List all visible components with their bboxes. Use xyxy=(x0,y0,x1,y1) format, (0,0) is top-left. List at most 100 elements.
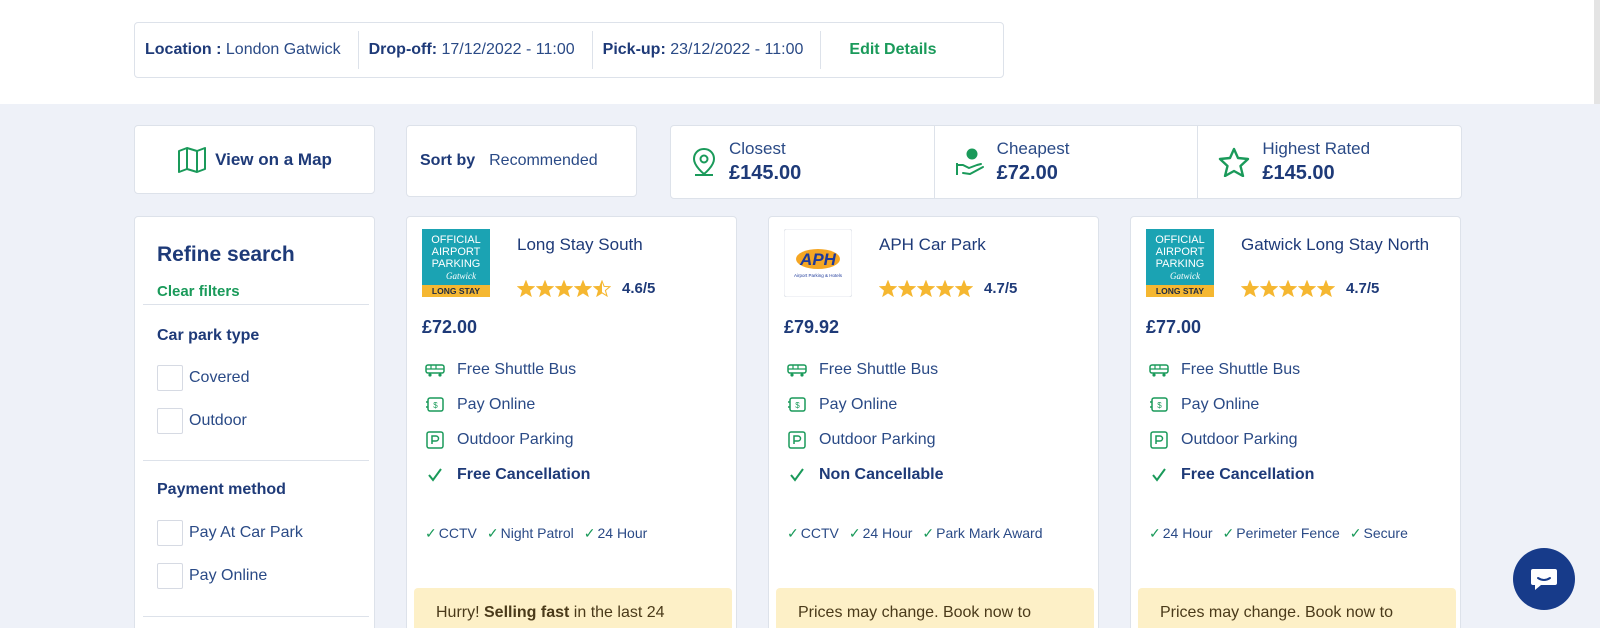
svg-text:$: $ xyxy=(1157,401,1162,410)
divider xyxy=(143,304,369,305)
feature-label: Pay Online xyxy=(1181,396,1260,413)
check-icon: ✓ xyxy=(787,525,799,541)
feature-label: Outdoor Parking xyxy=(457,431,574,448)
amenity-tag: ✓ CCTV xyxy=(787,525,839,542)
check-icon: ✓ xyxy=(1149,525,1161,541)
rating-stars: 4.7/5 xyxy=(1241,280,1379,297)
filter-covered[interactable]: Covered xyxy=(157,365,249,391)
summary-closest[interactable]: Closest £145.00 xyxy=(671,126,935,198)
stars xyxy=(1241,280,1335,297)
amenity-tag: ✓ 24 Hour xyxy=(849,525,913,542)
star-icon xyxy=(517,280,535,297)
star-icon xyxy=(1219,147,1250,177)
clear-filters-link[interactable]: Clear filters xyxy=(157,283,240,300)
car-park-name[interactable]: APH Car Park xyxy=(879,235,986,255)
covered-checkbox[interactable] xyxy=(157,365,183,391)
page-scrollbar[interactable] xyxy=(1594,0,1600,104)
pay-online-icon: $ xyxy=(426,397,444,412)
banner-text: Prices may change. Book now to xyxy=(1160,604,1394,621)
check-icon xyxy=(790,468,804,482)
car-park-card[interactable]: APH Airport Parking & Hotels APH Car Par… xyxy=(768,216,1099,628)
feature-shuttle: Free Shuttle Bus xyxy=(425,361,576,379)
rating-stars: 4.6/5 xyxy=(517,280,655,297)
parking-icon xyxy=(788,431,806,449)
amenity-label: Perimeter Fence xyxy=(1236,525,1340,541)
filter-label: Covered xyxy=(189,369,250,386)
pay-online-icon: $ xyxy=(788,397,806,412)
check-icon: ✓ xyxy=(486,525,499,541)
filter-outdoor[interactable]: Outdoor xyxy=(157,408,247,434)
check-icon xyxy=(1152,468,1166,482)
logo-text: PARKING xyxy=(432,258,481,270)
rating-value: 4.7/5 xyxy=(1346,280,1380,297)
star-icon xyxy=(1298,280,1316,297)
outdoor-checkbox[interactable] xyxy=(157,408,183,434)
star-icon xyxy=(898,280,916,297)
feature-cancellation: Free Cancellation xyxy=(425,466,590,484)
summary-title: Cheapest xyxy=(996,139,1070,158)
filter-pay-at-car-park[interactable]: Pay At Car Park xyxy=(157,520,303,546)
summary-cheapest[interactable]: Cheapest £72.00 xyxy=(935,126,1199,198)
star-icon xyxy=(1279,280,1297,297)
amenity-tag: ✓ Perimeter Fence xyxy=(1223,525,1340,542)
rating-value: 4.7/5 xyxy=(984,280,1018,297)
chat-button[interactable] xyxy=(1513,548,1575,610)
summary-highest-rated[interactable]: Highest Rated £145.00 xyxy=(1198,126,1461,198)
edit-details-button[interactable]: Edit Details xyxy=(821,41,936,59)
car-park-card[interactable]: OFFICIAL AIRPORT PARKING Gatwick LONG ST… xyxy=(1130,216,1461,628)
feature-label: Free Shuttle Bus xyxy=(819,361,939,378)
location-pin-icon xyxy=(692,147,716,176)
amenity-tag: ✓ Park Mark Award xyxy=(922,525,1042,542)
feature-shuttle: Free Shuttle Bus xyxy=(787,361,938,379)
check-icon: ✓ xyxy=(1349,525,1362,541)
logo-text: Airport Parking & Hotels xyxy=(794,273,843,278)
filter-pay-online[interactable]: Pay Online xyxy=(157,563,267,589)
pay-online-checkbox[interactable] xyxy=(157,563,183,589)
view-on-map-label: View on a Map xyxy=(215,149,332,169)
urgency-banner: Hurry! Selling fast in the last 24 xyxy=(414,588,732,628)
pickup-value: 23/12/2022 - 11:00 xyxy=(670,41,804,58)
car-park-type-heading: Car park type xyxy=(157,327,260,344)
view-on-map-button[interactable]: View on a Map xyxy=(134,125,375,194)
amenity-tag: ✓ Night Patrol xyxy=(487,525,574,542)
feature-cancellation: Free Cancellation xyxy=(1149,466,1314,484)
amenity-tag: ✓ 24 Hour xyxy=(584,525,648,542)
star-icon xyxy=(879,280,897,297)
parking-icon xyxy=(426,431,444,449)
amenity-label: Night Patrol xyxy=(500,525,574,541)
payment-method-heading: Payment method xyxy=(157,481,286,498)
amenity-label: 24 Hour xyxy=(1162,525,1213,541)
amenity-tags: ✓ CCTV ✓ Night Patrol ✓ 24 Hour xyxy=(425,525,647,542)
check-icon: ✓ xyxy=(583,525,596,541)
amenity-label: Park Mark Award xyxy=(936,525,1043,541)
feature-parking: Outdoor Parking xyxy=(425,431,574,449)
summary-bar: Closest £145.00 Cheapest £72.00 Highest … xyxy=(670,125,1462,199)
feature-label: Pay Online xyxy=(457,396,536,413)
banner-text: Prices may change. Book now to xyxy=(798,604,1032,621)
amenity-tag: ✓ CCTV xyxy=(425,525,477,542)
car-park-name[interactable]: Long Stay South xyxy=(517,235,643,255)
sort-dropdown[interactable]: Sort by Recommended xyxy=(406,125,637,197)
stars xyxy=(879,280,973,297)
parking-icon xyxy=(1150,431,1168,449)
car-park-name[interactable]: Gatwick Long Stay North xyxy=(1241,235,1429,255)
logo-text: AIRPORT xyxy=(1156,246,1205,258)
logo-text: Gatwick xyxy=(1170,271,1201,281)
feature-cancellation: Non Cancellable xyxy=(787,466,943,484)
filter-label: Outdoor xyxy=(189,412,247,429)
pickup-detail: Pick-up: 23/12/2022 - 11:00 xyxy=(593,41,821,59)
rating-stars: 4.7/5 xyxy=(879,280,1017,297)
car-park-price: £79.92 xyxy=(784,317,840,337)
feature-shuttle: Free Shuttle Bus xyxy=(1149,361,1300,379)
feature-label: Free Shuttle Bus xyxy=(457,361,577,378)
logo-text: LONG STAY xyxy=(1156,286,1205,296)
feature-label: Outdoor Parking xyxy=(1181,431,1298,448)
chat-bubble-icon xyxy=(1531,569,1557,590)
aph-logo: APH Airport Parking & Hotels xyxy=(784,229,852,297)
banner-text: in the last 24 xyxy=(569,604,665,621)
amenity-label: CCTV xyxy=(800,525,839,541)
price-banner: Prices may change. Book now to xyxy=(1138,588,1456,628)
pay-at-car-park-checkbox[interactable] xyxy=(157,520,183,546)
car-park-card[interactable]: OFFICIAL AIRPORT PARKING Gatwick LONG ST… xyxy=(406,216,737,628)
filter-label: Pay At Car Park xyxy=(189,524,303,541)
